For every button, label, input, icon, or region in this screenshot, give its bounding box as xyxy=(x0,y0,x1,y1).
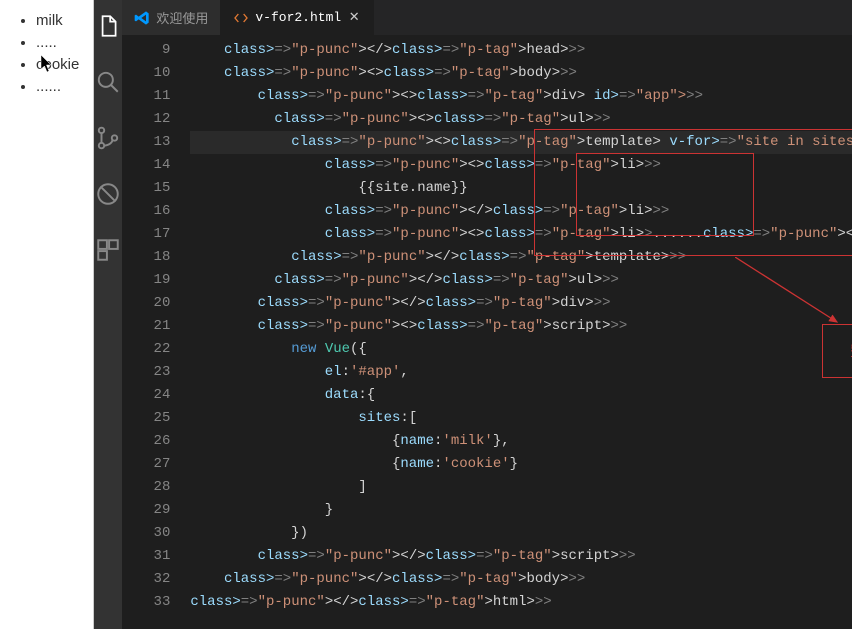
editor-area: 欢迎使用 v-for2.html ✕ 910111213141516171819… xyxy=(122,0,852,629)
tab-welcome[interactable]: 欢迎使用 xyxy=(122,0,221,35)
source-control-icon[interactable] xyxy=(94,124,122,152)
list-item: cookie xyxy=(36,54,79,76)
browser-output-panel: milk ..... cookie ...... xyxy=(0,0,94,629)
extensions-icon[interactable] xyxy=(94,236,122,264)
tab-label: v-for2.html xyxy=(255,10,341,25)
line-gutter: 9101112131415161718192021222324252627282… xyxy=(122,35,190,629)
list-item: ..... xyxy=(36,32,79,54)
debug-icon[interactable] xyxy=(94,180,122,208)
tab-bar: 欢迎使用 v-for2.html ✕ xyxy=(122,0,852,35)
tab-vfor2[interactable]: v-for2.html ✕ xyxy=(221,0,374,35)
list-item: ...... xyxy=(36,76,79,98)
vscode-icon xyxy=(134,10,150,26)
list-item: milk xyxy=(36,10,79,32)
code-content[interactable]: class>=>"p-punc"></>class>=>"p-tag">head… xyxy=(190,35,852,629)
activity-bar xyxy=(94,0,122,629)
tab-label: 欢迎使用 xyxy=(156,8,208,27)
html-file-icon xyxy=(233,10,249,26)
explorer-icon[interactable] xyxy=(94,12,122,40)
search-icon[interactable] xyxy=(94,68,122,96)
close-icon[interactable]: ✕ xyxy=(347,11,361,25)
output-list: milk ..... cookie ...... xyxy=(14,10,79,98)
code-editor[interactable]: 9101112131415161718192021222324252627282… xyxy=(122,35,852,629)
